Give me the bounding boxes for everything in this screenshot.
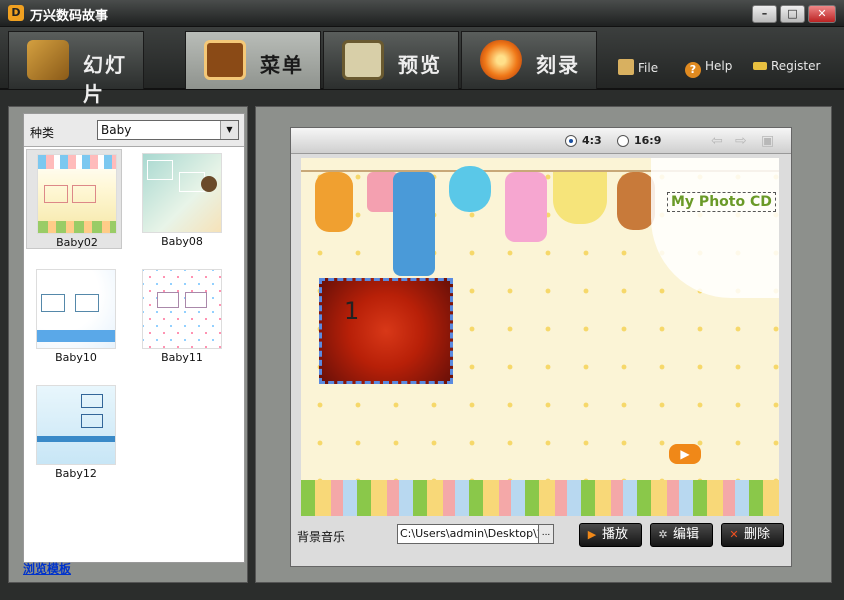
edit-button[interactable]: ✲ 编辑 bbox=[650, 523, 713, 547]
app-logo-icon: D bbox=[8, 5, 24, 21]
tab-slideshow-label: 幻灯片 bbox=[83, 53, 127, 106]
play-arrow-icon[interactable]: ▶ bbox=[669, 444, 701, 464]
edit-label: 编辑 bbox=[673, 527, 700, 542]
chevron-down-icon[interactable]: ▼ bbox=[220, 121, 238, 139]
photo-placeholder[interactable]: 1 bbox=[319, 278, 453, 384]
template-thumbnail bbox=[37, 154, 117, 234]
app-title: 万兴数码故事 bbox=[30, 9, 109, 24]
template-name: Baby08 bbox=[161, 235, 203, 248]
category-label: 种类 bbox=[30, 126, 55, 140]
main-tab-bar: 幻灯片 菜单 预览 刻录 File ? Help Register bbox=[0, 27, 844, 106]
tab-slideshow[interactable]: 幻灯片 bbox=[8, 31, 144, 106]
template-thumbnail bbox=[36, 385, 116, 465]
template-name: Baby11 bbox=[161, 351, 203, 364]
ratio-16-9-radio[interactable] bbox=[617, 135, 629, 147]
delete-label: 删除 bbox=[744, 527, 771, 542]
save-icon[interactable]: ▣ bbox=[761, 133, 774, 149]
template-item-baby10[interactable]: Baby10 bbox=[26, 265, 118, 365]
tab-burn-label: 刻录 bbox=[536, 53, 580, 77]
template-name: Baby02 bbox=[56, 236, 98, 249]
close-button[interactable]: ✕ bbox=[808, 5, 836, 23]
category-select[interactable]: Baby ▼ bbox=[97, 120, 239, 140]
tab-preview-label: 预览 bbox=[398, 53, 442, 77]
photo-number: 1 bbox=[344, 297, 360, 325]
magnifier-preview-icon bbox=[342, 40, 384, 80]
edit-icon: ✲ bbox=[658, 528, 668, 541]
background-music-path[interactable]: C:\Users\admin\Desktop\文件 bbox=[397, 524, 539, 544]
minimize-button[interactable]: – bbox=[752, 5, 777, 23]
ratio-4-3-radio[interactable] bbox=[565, 135, 577, 147]
background-music-label: 背景音乐 bbox=[297, 530, 346, 544]
template-panel: 种类 Baby ▼ Baby02 Baby08 Baby10 Baby11 Ba… bbox=[8, 106, 248, 583]
browse-templates-link[interactable]: 浏览模板 bbox=[23, 560, 71, 577]
arrow-left-icon[interactable]: ⇦ bbox=[711, 133, 723, 149]
ratio-16-9-label: 16:9 bbox=[634, 134, 662, 147]
template-name: Baby12 bbox=[55, 467, 97, 480]
register-menu-label: Register bbox=[771, 59, 821, 73]
key-icon bbox=[753, 62, 767, 70]
preview-panel: 4:3 16:9 ⇦ ⇨ ▣ My Photo CD 1 ▶ 背景音乐 C:\U… bbox=[255, 106, 832, 583]
template-list: Baby02 Baby08 Baby10 Baby11 Baby12 bbox=[24, 146, 244, 562]
delete-button[interactable]: ✕ 删除 bbox=[721, 523, 784, 547]
play-icon: ▶ bbox=[587, 528, 597, 541]
tab-menu-label: 菜单 bbox=[260, 53, 304, 77]
maximize-button[interactable]: □ bbox=[780, 5, 805, 23]
template-thumbnail bbox=[142, 269, 222, 349]
ratio-4-3-label: 4:3 bbox=[582, 134, 602, 147]
file-menu[interactable]: File bbox=[618, 59, 658, 75]
template-item-baby02[interactable]: Baby02 bbox=[26, 149, 122, 249]
arrow-right-icon[interactable]: ⇨ bbox=[735, 133, 747, 149]
preview-toolbar: 4:3 16:9 ⇦ ⇨ ▣ bbox=[291, 128, 791, 154]
tab-burn[interactable]: 刻录 bbox=[461, 31, 597, 89]
folder-photos-icon bbox=[27, 40, 69, 80]
menu-title-text[interactable]: My Photo CD bbox=[667, 192, 776, 212]
template-box: 种类 Baby ▼ Baby02 Baby08 Baby10 Baby11 Ba… bbox=[23, 113, 245, 563]
template-name: Baby10 bbox=[55, 351, 97, 364]
title-bar: D 万兴数码故事 – □ ✕ bbox=[0, 0, 844, 27]
help-menu[interactable]: ? Help bbox=[685, 59, 732, 78]
delete-icon: ✕ bbox=[729, 528, 739, 541]
register-menu[interactable]: Register bbox=[753, 59, 820, 73]
play-button[interactable]: ▶ 播放 bbox=[579, 523, 642, 547]
template-item-baby11[interactable]: Baby11 bbox=[132, 265, 224, 365]
preview-frame: 4:3 16:9 ⇦ ⇨ ▣ My Photo CD 1 ▶ 背景音乐 C:\U… bbox=[290, 127, 792, 567]
category-value: Baby bbox=[101, 123, 132, 137]
template-thumbnail bbox=[142, 153, 222, 233]
template-item-baby08[interactable]: Baby08 bbox=[132, 149, 224, 249]
background-music-browse-button[interactable]: ... bbox=[538, 524, 554, 544]
template-item-baby12[interactable]: Baby12 bbox=[26, 381, 118, 481]
play-label: 播放 bbox=[602, 527, 629, 542]
tab-menu[interactable]: 菜单 bbox=[185, 31, 321, 89]
file-menu-label: File bbox=[638, 61, 659, 75]
burn-disc-icon bbox=[480, 40, 522, 80]
file-icon bbox=[618, 59, 634, 75]
menu-preview-canvas[interactable]: My Photo CD 1 ▶ bbox=[301, 158, 779, 516]
tab-preview[interactable]: 预览 bbox=[323, 31, 459, 89]
template-thumbnail bbox=[36, 269, 116, 349]
help-menu-label: Help bbox=[705, 59, 733, 73]
help-icon: ? bbox=[685, 62, 701, 78]
menu-film-icon bbox=[204, 40, 246, 80]
